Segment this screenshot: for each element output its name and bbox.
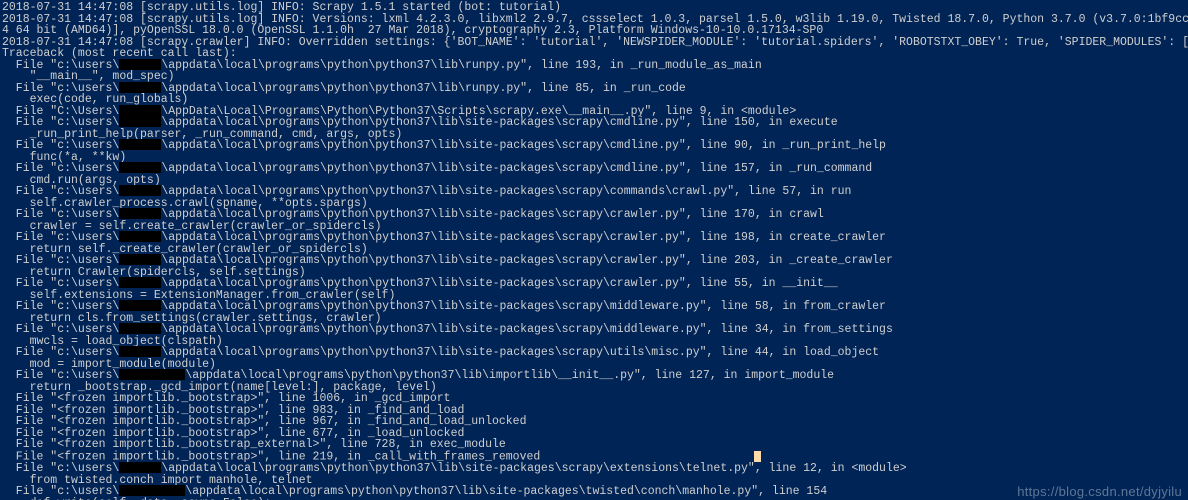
- terminal-line: exec(code, run_globals): [2, 94, 1184, 106]
- terminal-line: 2018-07-31 14:47:08 [scrapy.utils.log] I…: [2, 2, 1184, 14]
- watermark-text: https://blog.csdn.net/dyjyilu: [1017, 485, 1182, 498]
- terminal-line: Traceback (most recent call last):: [2, 48, 1184, 60]
- terminal-line: File "c:\users\ \appdata\local\programs\…: [2, 463, 1184, 475]
- terminal-line: File "<frozen importlib._bootstrap_exter…: [2, 439, 1184, 451]
- terminal-line: File "c:\users\ \appdata\local\programs\…: [2, 186, 1184, 198]
- terminal-output: 2018-07-31 14:47:08 [scrapy.utils.log] I…: [0, 0, 1188, 500]
- terminal-line: File "c:\users\ \appdata\local\programs\…: [2, 163, 1184, 175]
- terminal-line: "__main__", mod_spec): [2, 71, 1184, 83]
- terminal-line: File "c:\users\ \appdata\local\programs\…: [2, 60, 1184, 72]
- terminal-line: File "c:\users\ \appdata\local\programs\…: [2, 117, 1184, 129]
- terminal-line: 4 64 bit (AMD64)], pyOpenSSL 18.0.0 (Ope…: [2, 25, 1184, 37]
- terminal-line: File "c:\users\ \appdata\local\programs\…: [2, 140, 1184, 152]
- terminal-line: File "c:\users\ \appdata\local\programs\…: [2, 486, 1184, 498]
